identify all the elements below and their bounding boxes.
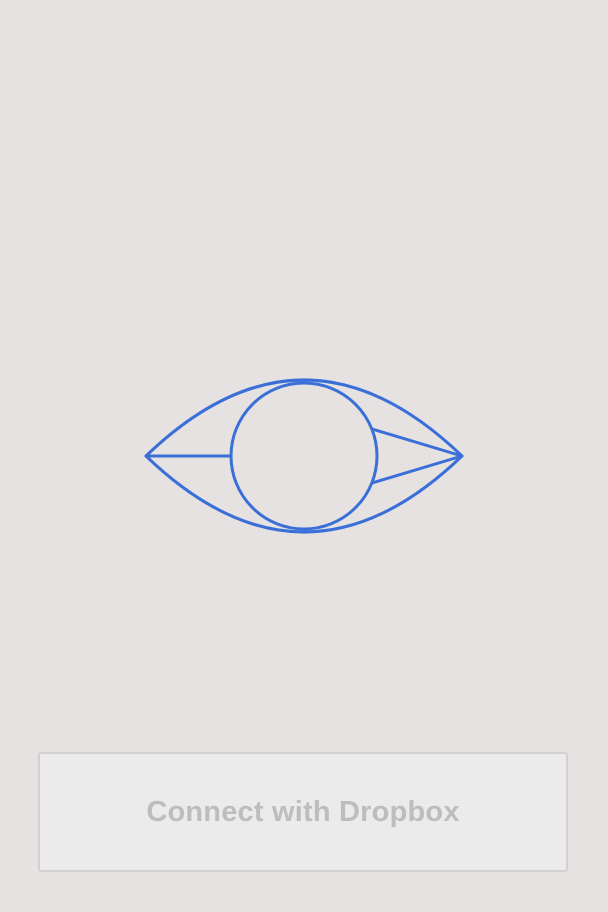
- eye-icon: [144, 378, 464, 534]
- iris-circle: [229, 381, 379, 531]
- connect-dropbox-button[interactable]: Connect with Dropbox: [38, 752, 568, 872]
- eye-logo: [140, 374, 468, 538]
- welcome-screen: Connect with Dropbox: [0, 0, 608, 912]
- connect-dropbox-label: Connect with Dropbox: [146, 795, 460, 828]
